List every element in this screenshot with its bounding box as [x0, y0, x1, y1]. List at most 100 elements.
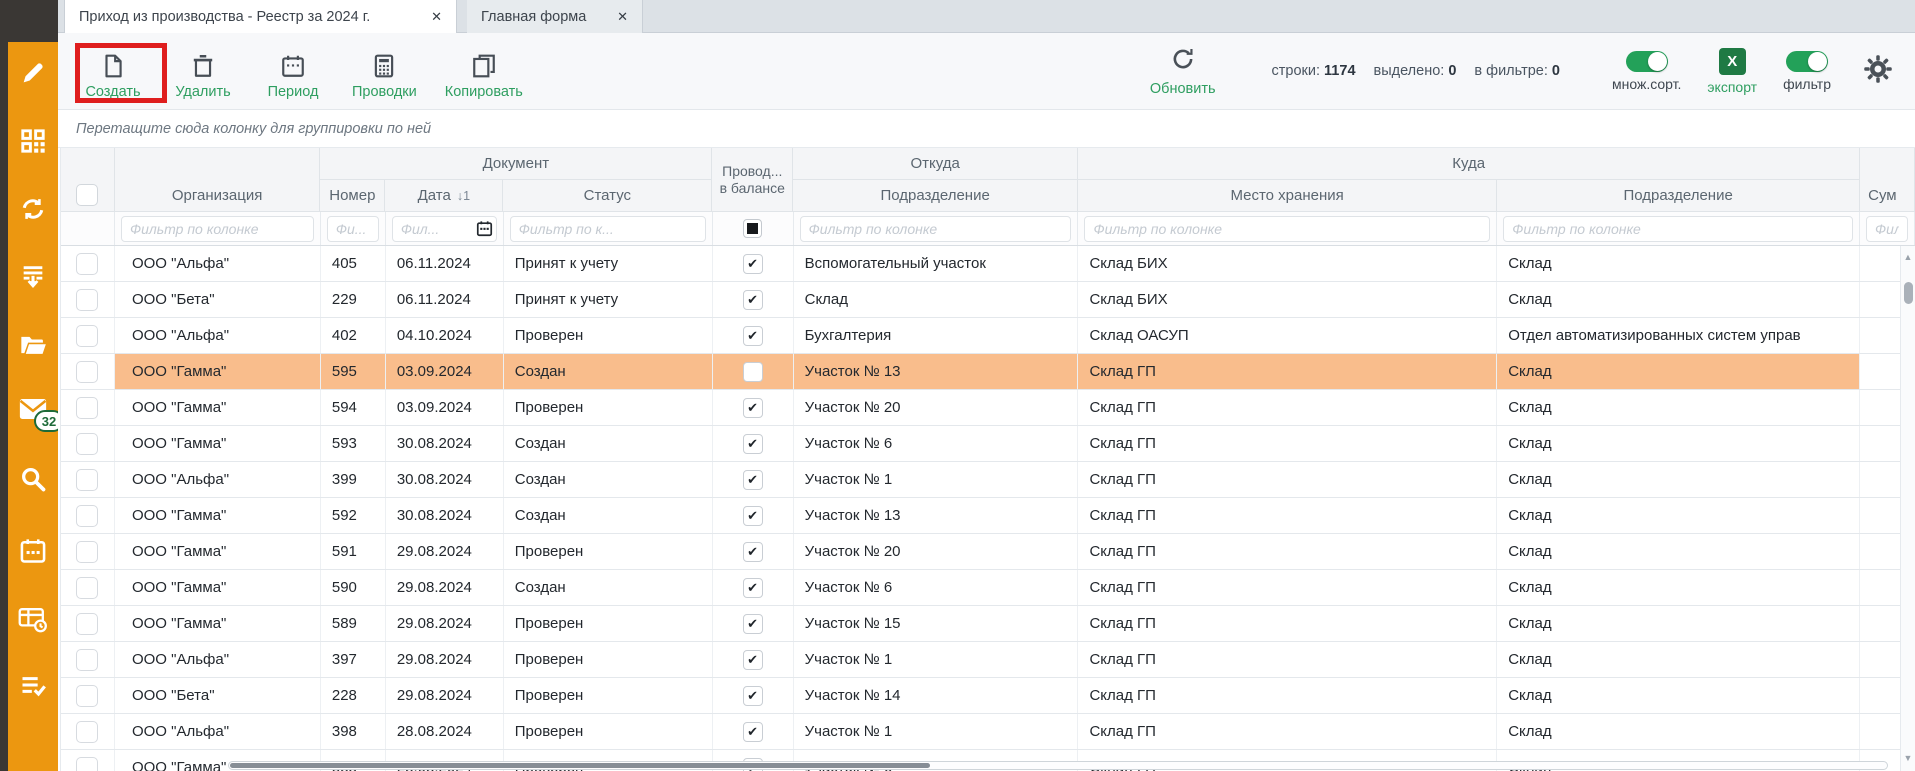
cell-date[interactable]: 04.10.2024 [386, 318, 504, 353]
cell-from-dept[interactable]: Участок № 13 [794, 498, 1079, 533]
posted-checkbox[interactable]: ✔ [743, 434, 763, 454]
cell-to-dept[interactable]: Склад [1497, 462, 1860, 497]
excel-export-icon[interactable]: X [1719, 48, 1746, 75]
cell-number[interactable]: 595 [321, 354, 386, 389]
sync-icon[interactable] [8, 192, 58, 226]
tab-prihod-reestr[interactable]: Приход из производства - Реестр за 2024 … [64, 0, 457, 33]
cell-posted[interactable]: ✔ [713, 498, 794, 533]
cell-number[interactable]: 405 [321, 246, 386, 281]
column-header-storage[interactable]: Место хранения [1078, 180, 1497, 212]
column-header-from-dept[interactable]: Подразделение [793, 180, 1078, 212]
cell-org[interactable]: ООО "Гамма" [115, 354, 321, 389]
cell-select[interactable] [61, 570, 115, 605]
cell-date[interactable]: 28.08.2024 [386, 714, 504, 749]
cell-org[interactable]: ООО "Альфа" [115, 642, 321, 677]
table-row[interactable]: ООО "Гамма"59029.08.2024Создан✔Участок №… [61, 570, 1915, 606]
cell-select[interactable] [61, 750, 115, 771]
cell-number[interactable]: 593 [321, 426, 386, 461]
row-select-checkbox[interactable] [76, 757, 98, 771]
cell-status[interactable]: Проверен [504, 534, 713, 569]
cell-select[interactable] [61, 390, 115, 425]
table-row[interactable]: ООО "Бета"22906.11.2024Принят к учету✔Ск… [61, 282, 1915, 318]
multisort-toggle[interactable] [1626, 51, 1668, 72]
cell-posted[interactable]: ✔ [713, 426, 794, 461]
copy-button[interactable]: Копировать [445, 53, 523, 100]
row-select-checkbox[interactable] [76, 577, 98, 599]
print-queue-icon[interactable] [8, 260, 58, 294]
cell-posted[interactable]: ✔ [713, 714, 794, 749]
cell-storage[interactable]: Склад ГП [1078, 354, 1497, 389]
cell-posted[interactable]: ✔ [713, 462, 794, 497]
cell-select[interactable] [61, 354, 115, 389]
cell-select[interactable] [61, 642, 115, 677]
search-icon[interactable] [8, 462, 58, 496]
row-select-checkbox[interactable] [76, 361, 98, 383]
cell-storage[interactable]: Склад ГП [1078, 426, 1497, 461]
cell-to-dept[interactable]: Склад [1497, 714, 1860, 749]
cell-select[interactable] [61, 246, 115, 281]
cell-org[interactable]: ООО "Гамма" [115, 498, 321, 533]
table-row[interactable]: ООО "Альфа"39828.08.2024Проверен✔Участок… [61, 714, 1915, 750]
cell-to-dept[interactable]: Склад [1497, 606, 1860, 641]
sort-indicator[interactable]: ↓1 [457, 189, 470, 203]
cell-status[interactable]: Проверен [504, 390, 713, 425]
column-header-to-dept[interactable]: Подразделение [1497, 180, 1860, 212]
cell-number[interactable]: 590 [321, 570, 386, 605]
select-all-checkbox[interactable] [76, 184, 98, 206]
sum-filter-input[interactable] [1866, 216, 1908, 242]
cell-date[interactable]: 29.08.2024 [386, 678, 504, 713]
cell-from-dept[interactable]: Участок № 13 [794, 354, 1079, 389]
posted-checkbox[interactable]: ✔ [743, 542, 763, 562]
create-button[interactable]: Создать [82, 53, 144, 100]
cell-org[interactable]: ООО "Гамма" [115, 570, 321, 605]
posted-checkbox[interactable]: ✔ [743, 722, 763, 742]
status-filter-input[interactable] [510, 216, 706, 242]
cell-number[interactable]: 398 [321, 714, 386, 749]
cell-storage[interactable]: Склад БИХ [1078, 246, 1497, 281]
cell-select[interactable] [61, 426, 115, 461]
posted-checkbox[interactable]: ✔ [743, 470, 763, 490]
cell-storage[interactable]: Склад ГП [1078, 570, 1497, 605]
cell-number[interactable]: 592 [321, 498, 386, 533]
posted-checkbox[interactable]: ✔ [743, 578, 763, 598]
to-dept-filter-input[interactable] [1503, 216, 1853, 242]
cell-number[interactable]: 589 [321, 606, 386, 641]
cell-status[interactable]: Создан [504, 354, 713, 389]
cell-from-dept[interactable]: Участок № 6 [794, 570, 1079, 605]
cell-status[interactable]: Создан [504, 498, 713, 533]
cell-status[interactable]: Принят к учету [504, 282, 713, 317]
row-select-checkbox[interactable] [76, 721, 98, 743]
cell-org[interactable]: ООО "Альфа" [115, 246, 321, 281]
cell-to-dept[interactable]: Отдел автоматизированных систем управ [1497, 318, 1860, 353]
cell-to-dept[interactable]: Склад [1497, 354, 1860, 389]
vertical-scroll-thumb[interactable] [1904, 282, 1913, 304]
row-select-checkbox[interactable] [76, 289, 98, 311]
cell-to-dept[interactable]: Склад [1497, 534, 1860, 569]
cell-storage[interactable]: Склад ГП [1078, 642, 1497, 677]
column-header-number[interactable]: Номер [320, 180, 385, 212]
cell-status[interactable]: Принят к учету [504, 246, 713, 281]
scroll-up-icon[interactable]: ▲ [1901, 252, 1915, 262]
cell-from-dept[interactable]: Склад [794, 282, 1079, 317]
cell-status[interactable]: Проверен [504, 318, 713, 353]
cell-storage[interactable]: Склад БИХ [1078, 282, 1497, 317]
scroll-down-icon[interactable]: ▼ [1901, 753, 1915, 763]
cell-org[interactable]: ООО "Бета" [115, 282, 321, 317]
cell-storage[interactable]: Склад ГП [1078, 678, 1497, 713]
column-header-sum[interactable]: Сум [1860, 148, 1915, 212]
period-button[interactable]: Период [262, 53, 324, 100]
column-header-status[interactable]: Статус [503, 180, 712, 212]
cell-status[interactable]: Проверен [504, 642, 713, 677]
cell-to-dept[interactable]: Склад [1497, 390, 1860, 425]
cell-date[interactable]: 03.09.2024 [386, 354, 504, 389]
cell-status[interactable]: Проверен [504, 606, 713, 641]
tab-glavnaya-forma[interactable]: Главная форма ✕ [467, 0, 643, 33]
posted-checkbox[interactable]: ✔ [743, 254, 763, 274]
cell-from-dept[interactable]: Участок № 20 [794, 534, 1079, 569]
cell-number[interactable]: 397 [321, 642, 386, 677]
cell-date[interactable]: 29.08.2024 [386, 606, 504, 641]
cell-from-dept[interactable]: Участок № 1 [794, 642, 1079, 677]
posted-filter-checkbox[interactable] [743, 219, 762, 238]
row-select-checkbox[interactable] [76, 541, 98, 563]
cell-storage[interactable]: Склад ГП [1078, 498, 1497, 533]
